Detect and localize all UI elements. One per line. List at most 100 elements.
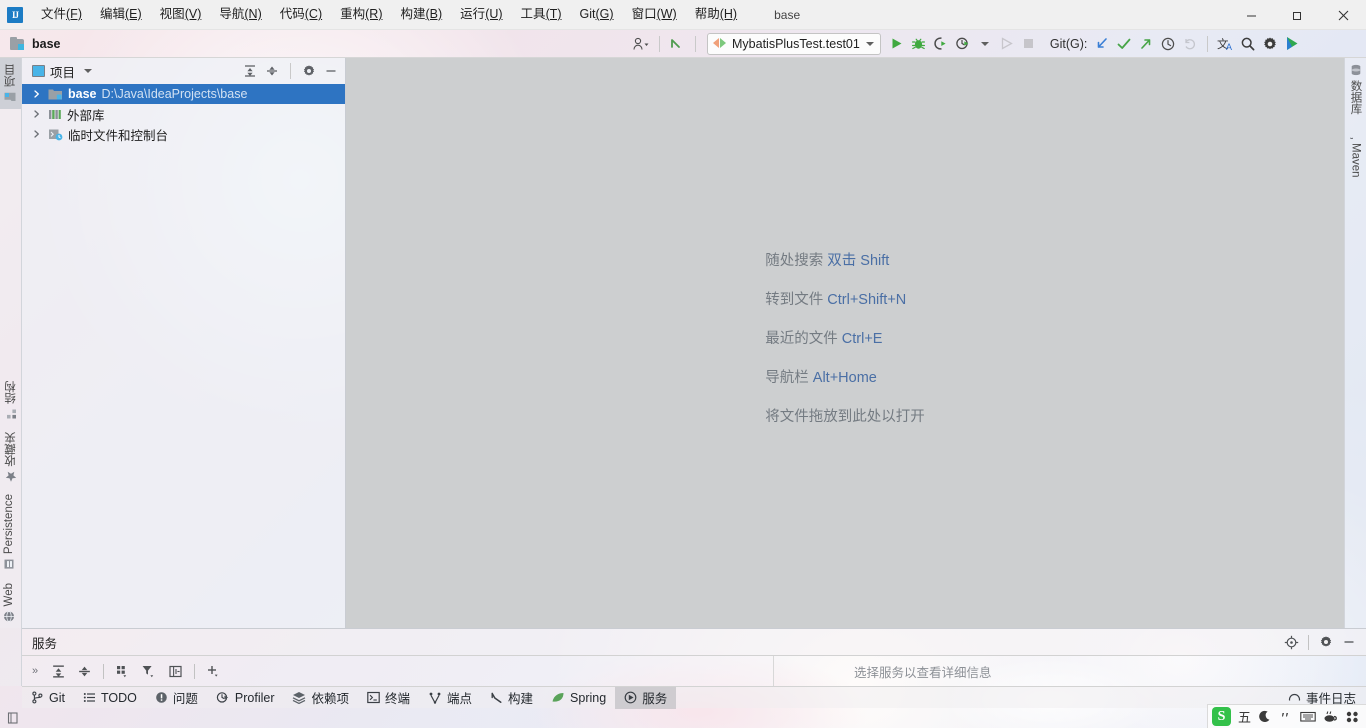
ime-apps-icon[interactable]	[1345, 710, 1360, 724]
menu-code[interactable]: 代码(C)	[271, 3, 331, 26]
close-button[interactable]	[1320, 0, 1366, 30]
menu-help[interactable]: 帮助(H)	[686, 3, 746, 26]
project-panel-toolbar	[240, 61, 341, 81]
menu-file[interactable]: 文件(F)	[32, 3, 91, 26]
stop-icon	[1018, 33, 1040, 55]
tree-row[interactable]: 外部库	[22, 104, 345, 124]
sidebar-item-structure-label: 结构	[5, 380, 17, 404]
menu-edit[interactable]: 编辑(E)	[91, 3, 151, 26]
locate-icon[interactable]	[1280, 631, 1302, 653]
ime-keyboard-icon[interactable]	[1300, 710, 1316, 723]
hide-panel-icon[interactable]	[1338, 631, 1360, 653]
menu-code-label: 代码	[279, 7, 305, 21]
menu-navigate[interactable]: 导航(N)	[210, 3, 270, 26]
menu-help-mnemonic: (H)	[719, 7, 738, 21]
services-empty-message: 选择服务以查看详细信息	[854, 665, 992, 680]
expand-all-icon[interactable]	[240, 61, 260, 81]
tab-build[interactable]: 构建	[481, 687, 542, 709]
more-chevrons-icon[interactable]: »	[28, 665, 44, 677]
menu-build[interactable]: 构建(B)	[391, 3, 451, 26]
sidebar-item-persistence[interactable]: Persistence	[0, 488, 18, 576]
run-with-coverage-icon[interactable]	[930, 33, 952, 55]
tab-services[interactable]: 服务	[615, 686, 677, 709]
collapse-all-icon[interactable]	[262, 61, 282, 81]
search-everywhere-icon[interactable]	[1237, 33, 1259, 55]
services-body: » 选择服务以查看详细信息	[22, 655, 1366, 686]
ime-wubi-mode[interactable]: 五	[1238, 707, 1251, 726]
git-pull-icon[interactable]	[1091, 33, 1113, 55]
memory-indicator-icon[interactable]	[6, 711, 20, 725]
status-bar	[0, 708, 1366, 728]
svg-text:A: A	[1226, 42, 1232, 52]
add-service-icon[interactable]	[202, 659, 226, 683]
sidebar-item-structure[interactable]: 结构	[0, 375, 22, 426]
tab-problems[interactable]: 问题	[146, 687, 207, 709]
sidebar-item-maven[interactable]: m Maven	[1345, 121, 1366, 184]
show-configurations-icon[interactable]	[163, 659, 187, 683]
update-project-icon[interactable]	[666, 33, 689, 55]
maximize-button[interactable]	[1274, 0, 1320, 30]
sidebar-item-database[interactable]: 数据库	[1345, 58, 1366, 121]
services-toolbar: »	[22, 656, 774, 686]
settings-gear-icon[interactable]	[299, 61, 319, 81]
tab-terminal[interactable]: 终端	[358, 687, 419, 709]
tab-dependencies[interactable]: 依赖项	[283, 687, 358, 709]
tab-spring[interactable]: Spring	[542, 687, 615, 709]
project-window-icon	[32, 65, 45, 77]
collapse-all-icon[interactable]	[72, 659, 96, 683]
menu-run[interactable]: 运行(U)	[451, 3, 511, 26]
left-tool-stripe: 项目 结构 收藏夹 Persistence Web	[0, 58, 22, 628]
filter-icon[interactable]	[137, 659, 161, 683]
expand-all-icon[interactable]	[46, 659, 70, 683]
menu-run-label: 运行	[460, 7, 486, 21]
group-by-icon[interactable]	[111, 659, 135, 683]
left-stripe-lower-filler	[0, 628, 22, 686]
translate-icon[interactable]: 文 A	[1214, 33, 1237, 55]
run-icon[interactable]	[886, 33, 908, 55]
debug-icon[interactable]	[908, 33, 930, 55]
chevron-right-icon[interactable]	[32, 130, 41, 139]
sogou-ime-logo-icon[interactable]: S	[1211, 707, 1231, 726]
menu-git[interactable]: Git(G)	[571, 3, 623, 26]
ime-punctuation-icon[interactable]	[1279, 710, 1293, 724]
profiler-icon[interactable]	[952, 33, 974, 55]
minimize-button[interactable]	[1228, 0, 1274, 30]
tab-endpoints[interactable]: 端点	[419, 687, 481, 709]
profiler-icon	[216, 692, 229, 703]
user-avatar-icon[interactable]	[630, 33, 653, 55]
ime-moon-icon[interactable]	[1258, 710, 1272, 724]
hide-panel-icon[interactable]	[321, 61, 341, 81]
git-commit-icon[interactable]	[1113, 33, 1135, 55]
sidebar-item-persistence-label: Persistence	[3, 494, 15, 555]
settings-gear-icon[interactable]	[1315, 631, 1337, 653]
tree-row[interactable]: 临时文件和控制台	[22, 124, 345, 144]
profiler-dropdown-icon[interactable]	[974, 33, 996, 55]
ai-assistant-icon[interactable]	[1281, 33, 1304, 55]
tree-row[interactable]: base D:\Java\IdeaProjects\base	[22, 84, 345, 104]
tab-todo[interactable]: TODO	[74, 687, 146, 709]
sidebar-item-bookmarks[interactable]: 收藏夹	[0, 426, 22, 489]
hint-shortcut: 双击 Shift	[827, 252, 890, 269]
editor-area[interactable]: 随处搜索 双击 Shift 转到文件 Ctrl+Shift+N 最近的文件 Ct…	[346, 58, 1344, 628]
run-configuration-selector[interactable]: MybatisPlusTest.test01	[707, 32, 881, 55]
tab-profiler[interactable]: Profiler	[207, 687, 284, 709]
chevron-right-icon[interactable]	[32, 110, 41, 119]
chevron-down-icon	[865, 41, 874, 46]
menu-window[interactable]: 窗口(W)	[623, 3, 686, 26]
ime-toolbox-icon[interactable]	[1323, 710, 1338, 724]
chevron-down-icon[interactable]	[84, 69, 93, 73]
menu-refactor[interactable]: 重构(R)	[331, 3, 391, 26]
tab-git[interactable]: Git	[22, 687, 74, 709]
git-push-icon[interactable]	[1135, 33, 1157, 55]
chevron-right-icon[interactable]	[32, 90, 41, 99]
git-history-icon[interactable]	[1157, 33, 1179, 55]
module-folder-icon	[48, 88, 63, 101]
menu-bar: 文件(F) 编辑(E) 视图(V) 导航(N) 代码(C) 重构(R) 构建(B…	[32, 0, 746, 30]
menu-git-label: Git	[579, 7, 596, 21]
menu-view[interactable]: 视图(V)	[151, 3, 211, 26]
sidebar-item-project[interactable]: 项目	[0, 58, 21, 109]
sidebar-item-web[interactable]: Web	[0, 577, 18, 628]
navbar-project-label[interactable]: base	[32, 37, 61, 51]
menu-tools[interactable]: 工具(T)	[512, 3, 571, 26]
settings-icon[interactable]	[1259, 33, 1281, 55]
